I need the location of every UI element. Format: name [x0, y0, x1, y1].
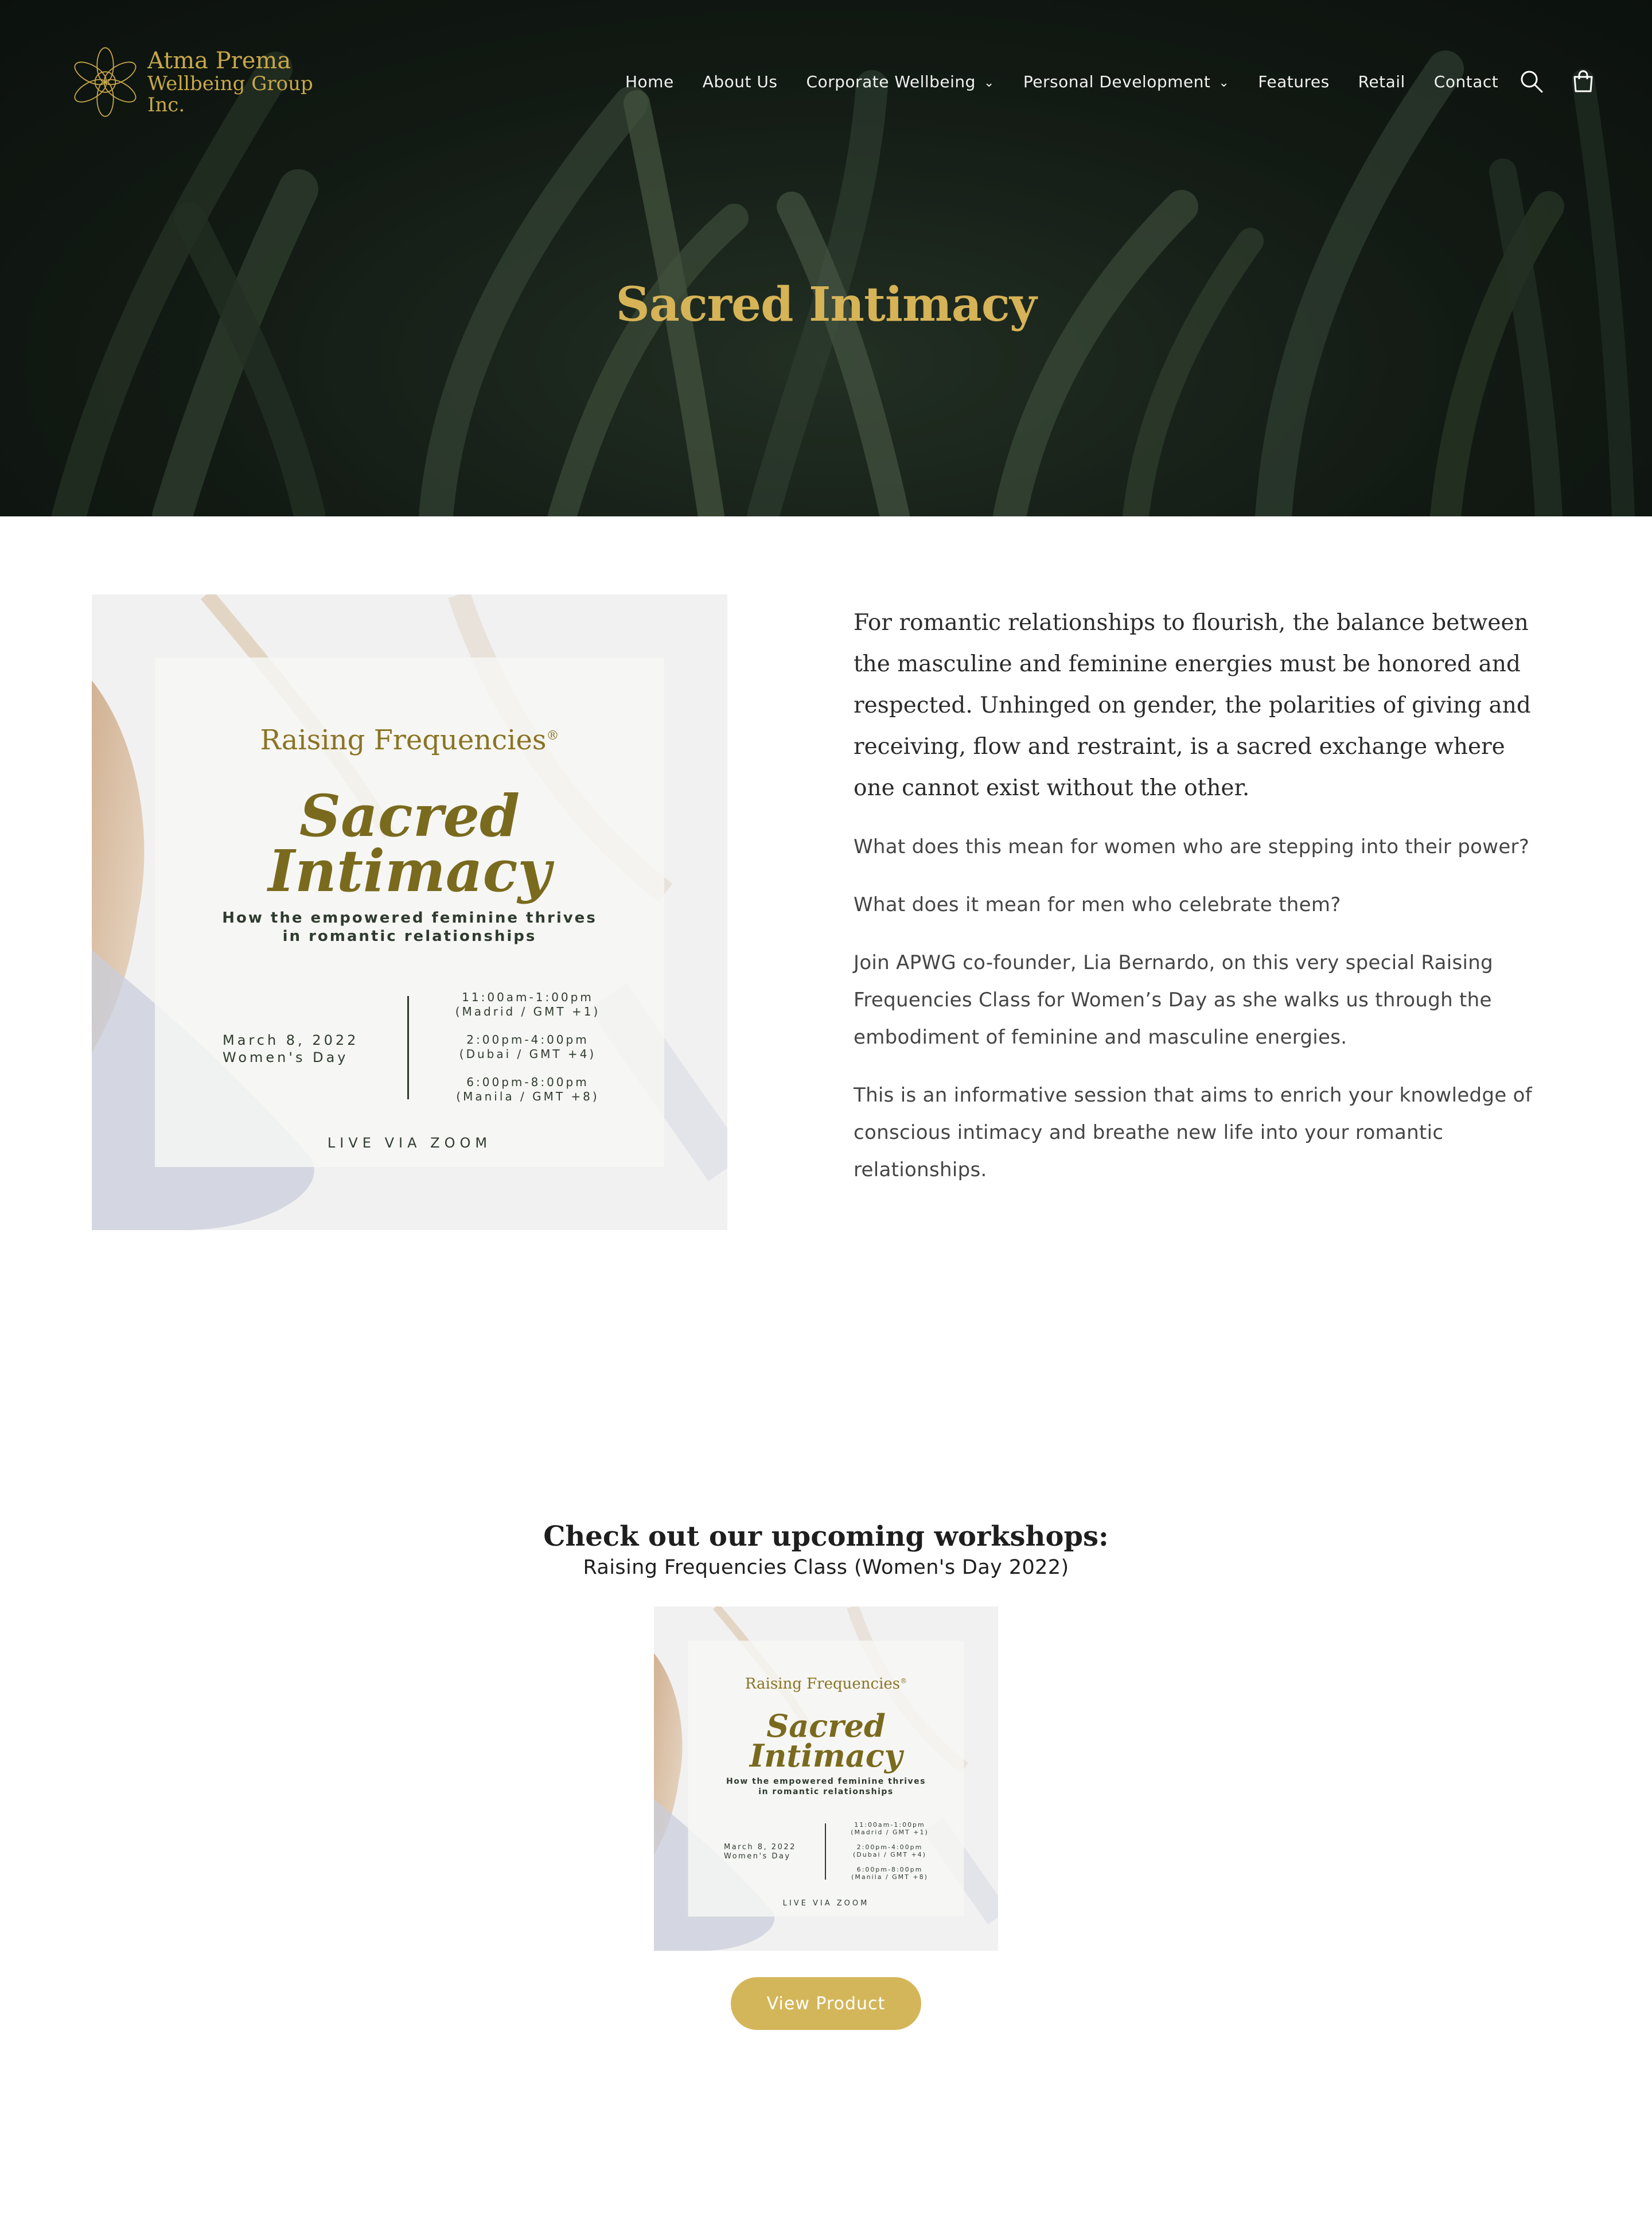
poster-title-line-2: Intimacy	[749, 1737, 903, 1774]
poster-brand: Raising Frequencies®	[92, 724, 727, 756]
poster-title-line-2: Intimacy	[268, 837, 551, 905]
poster-occasion: Women's Day	[223, 1049, 349, 1065]
poster-date-block: March 8, 2022 Women's Day	[724, 1843, 796, 1861]
page-title: Sacred Intimacy	[615, 277, 1037, 332]
nav-contact-label: Contact	[1433, 72, 1499, 91]
product-image[interactable]: Raising Frequencies® Sacred Intimacy How…	[654, 1607, 998, 1951]
poster-subtitle: How the empowered feminine thrives in ro…	[92, 909, 727, 946]
search-icon	[1521, 71, 1543, 93]
poster-brand-text: Raising Frequencies	[260, 724, 547, 756]
nav-contact[interactable]: Contact	[1434, 72, 1498, 91]
trademark-symbol: ®	[546, 729, 559, 743]
nav-features-label: Features	[1258, 72, 1330, 91]
cart-icon	[1573, 70, 1593, 92]
nav-features[interactable]: Features	[1258, 72, 1329, 91]
logo-wordmark: Atma Prema Wellbeing Group Inc.	[147, 48, 334, 116]
main-navigation: Home About Us Corporate Wellbeing ⌄ Perso…	[625, 69, 1527, 94]
nav-about-us[interactable]: About Us	[703, 72, 778, 91]
nav-personal-development-label: Personal Development	[1023, 72, 1211, 91]
poster-time: 6:00pm-8:00pm	[466, 1075, 589, 1089]
poster-subtitle-line-1: How the empowered feminine thrives	[222, 909, 597, 927]
poster-date: March 8, 2022	[223, 1032, 359, 1048]
cart-button[interactable]	[1569, 68, 1597, 95]
poster-title: Sacred Intimacy	[92, 782, 727, 905]
poster-date-block: March 8, 2022 Women's Day	[223, 1032, 359, 1066]
chevron-down-icon: ⌄	[1218, 75, 1230, 90]
poster-footer: LIVE VIA ZOOM	[782, 1899, 870, 1908]
body-paragraph: Join APWG co-founder, Lia Bernardo, on t…	[854, 951, 1493, 1049]
poster-brand: Raising Frequencies®	[654, 1675, 998, 1693]
poster-zone: (Madrid / GMT +1)	[851, 1829, 929, 1836]
poster-title-line-1: Sacred	[766, 1707, 886, 1744]
event-poster-image: Raising Frequencies® Sacred Intimacy How…	[92, 594, 727, 1230]
poster-zone: (Dubai / GMT +4)	[459, 1047, 597, 1061]
nav-about-us-label: About Us	[702, 72, 778, 91]
chevron-down-icon: ⌄	[983, 75, 995, 90]
poster-time-slot: 6:00pm-8:00pm (Manila / GMT +8)	[841, 1866, 938, 1881]
hero-banner: Atma Prema Wellbeing Group Inc. Home Abo…	[0, 0, 1652, 516]
poster-text-layer: Raising Frequencies® Sacred Intimacy How…	[92, 594, 727, 1230]
lead-paragraph: For romantic relationships to flourish, …	[854, 610, 1531, 801]
poster-time-slot: 6:00pm-8:00pm (Manila / GMT +8)	[442, 1075, 614, 1104]
nav-home-label: Home	[625, 72, 674, 91]
poster-time: 2:00pm-4:00pm	[466, 1033, 589, 1047]
nav-retail[interactable]: Retail	[1358, 72, 1405, 91]
poster-time-slot: 11:00am-1:00pm (Madrid / GMT +1)	[841, 1821, 938, 1836]
poster-brand-text: Raising Frequencies	[745, 1675, 901, 1693]
site-logo[interactable]: Atma Prema Wellbeing Group Inc.	[70, 39, 334, 125]
body-paragraph: This is an informative session that aims…	[854, 1084, 1533, 1181]
nav-corporate-wellbeing-label: Corporate Wellbeing	[806, 72, 976, 91]
lotus-mandala-icon	[74, 47, 137, 117]
poster-zone: (Manila / GMT +8)	[456, 1090, 599, 1103]
poster-zone: (Manila / GMT +8)	[851, 1873, 928, 1881]
nav-personal-development[interactable]: Personal Development ⌄	[1023, 72, 1229, 91]
logo-line-1: Atma Prema	[147, 47, 291, 74]
poster-title-line-1: Sacred	[299, 782, 520, 850]
poster-subtitle-line-2: in romantic relationships	[758, 1787, 894, 1796]
poster-divider	[825, 1823, 826, 1880]
logo-line-2: Wellbeing Group Inc.	[147, 72, 313, 116]
nav-retail-label: Retail	[1358, 72, 1405, 91]
poster-time: 11:00am-1:00pm	[462, 990, 594, 1004]
poster-footer: LIVE VIA ZOOM	[327, 1135, 492, 1151]
description-column: For romantic relationships to flourish, …	[854, 602, 1542, 1209]
poster-zone: (Madrid / GMT +1)	[455, 1005, 601, 1018]
poster-zone: (Dubai / GMT +4)	[853, 1851, 926, 1858]
poster-divider	[407, 996, 409, 1099]
poster-time: 11:00am-1:00pm	[854, 1821, 925, 1829]
body-paragraph: What does it mean for men who celebrate …	[854, 893, 1341, 916]
poster-time-slot: 11:00am-1:00pm (Madrid / GMT +1)	[442, 990, 614, 1019]
body-paragraph: What does this mean for women who are st…	[854, 835, 1530, 858]
poster-time: 2:00pm-4:00pm	[856, 1843, 923, 1851]
view-product-button[interactable]: View Product	[731, 1977, 921, 2030]
trademark-symbol: ®	[900, 1677, 907, 1685]
poster-occasion: Women's Day	[724, 1852, 791, 1861]
poster-time-slot: 2:00pm-4:00pm (Dubai / GMT +4)	[442, 1033, 614, 1061]
poster-title: Sacred Intimacy	[654, 1707, 998, 1774]
poster-subtitle-line-2: in romantic relationships	[282, 928, 537, 945]
poster-times: 11:00am-1:00pm (Madrid / GMT +1) 2:00pm-4…	[442, 990, 614, 1104]
nav-corporate-wellbeing[interactable]: Corporate Wellbeing ⌄	[806, 72, 994, 91]
workshops-heading: Check out our upcoming workshops:	[543, 1520, 1109, 1553]
poster-time: 6:00pm-8:00pm	[856, 1866, 923, 1873]
poster-times: 11:00am-1:00pm (Madrid / GMT +1) 2:00pm-4…	[841, 1821, 938, 1881]
search-button[interactable]	[1518, 68, 1545, 95]
nav-home[interactable]: Home	[625, 72, 674, 91]
poster-date: March 8, 2022	[724, 1843, 796, 1852]
poster-text-layer: Raising Frequencies® Sacred Intimacy How…	[654, 1607, 998, 1951]
product-title[interactable]: Raising Frequencies Class (Women's Day 2…	[0, 1556, 1652, 1579]
poster-subtitle-line-1: How the empowered feminine thrives	[726, 1777, 926, 1786]
poster-subtitle: How the empowered feminine thrives in ro…	[654, 1776, 998, 1797]
poster-time-slot: 2:00pm-4:00pm (Dubai / GMT +4)	[841, 1843, 938, 1858]
